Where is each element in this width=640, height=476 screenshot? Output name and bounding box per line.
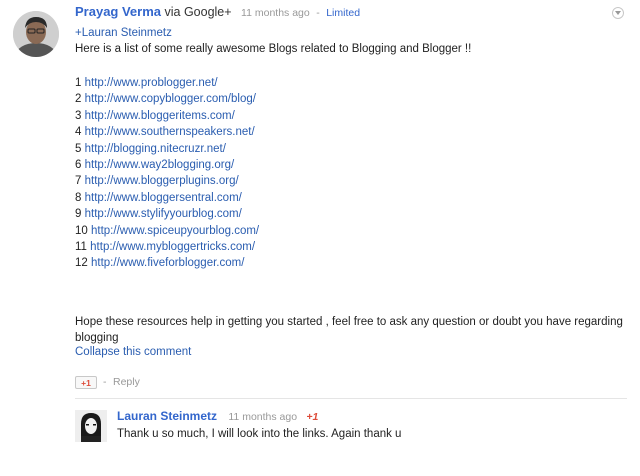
list-number: 3	[75, 109, 82, 122]
blog-link[interactable]: http://www.problogger.net/	[85, 77, 218, 89]
list-item: 2 http://www.copyblogger.com/blog/	[75, 91, 259, 107]
list-item: 10 http://www.spiceupyourblog.com/	[75, 223, 259, 239]
comment-text: Thank u so much, I will look into the li…	[117, 428, 402, 440]
list-item: 6 http://www.way2blogging.org/	[75, 157, 259, 173]
comment-author[interactable]: Lauran Steinmetz	[117, 409, 217, 423]
post-timestamp[interactable]: 11 months ago	[241, 7, 310, 19]
post-intro: Here is a list of some really awesome Bl…	[75, 43, 472, 56]
comment-divider	[75, 398, 627, 399]
commenter-avatar[interactable]	[75, 410, 107, 442]
blog-link[interactable]: http://www.copyblogger.com/blog/	[85, 93, 256, 105]
header-separator: -	[316, 7, 320, 19]
list-item: 4 http://www.southernspeakers.net/	[75, 124, 259, 140]
blog-link[interactable]: http://www.bloggersentral.com/	[85, 192, 242, 204]
list-item: 9 http://www.stylifyyourblog.com/	[75, 206, 259, 222]
author-avatar[interactable]	[13, 11, 59, 57]
list-number: 6	[75, 158, 82, 171]
blog-link[interactable]: http://www.spiceupyourblog.com/	[91, 225, 259, 237]
blog-link[interactable]: http://www.bloggeritems.com/	[85, 110, 235, 122]
reply-separator: -	[103, 376, 107, 388]
blog-link[interactable]: http://www.bloggerplugins.org/	[85, 175, 239, 187]
post-header: Prayag Verma via Google+ 11 months ago -…	[75, 4, 360, 19]
blog-link[interactable]: http://blogging.nitecruzr.net/	[85, 143, 226, 155]
reply-link[interactable]: Reply	[113, 376, 140, 388]
list-item: 1 http://www.problogger.net/	[75, 75, 259, 91]
blog-link[interactable]: http://www.fiveforblogger.com/	[91, 257, 244, 269]
list-number: 12	[75, 257, 88, 270]
list-item: 3 http://www.bloggeritems.com/	[75, 108, 259, 124]
list-item: 11 http://www.mybloggertricks.com/	[75, 239, 259, 255]
list-number: 2	[75, 93, 82, 106]
source-label: via Google+	[164, 5, 232, 19]
blog-link[interactable]: http://www.mybloggertricks.com/	[90, 241, 255, 253]
post-menu-button[interactable]	[612, 7, 624, 19]
list-number: 11	[75, 240, 87, 253]
plus-one-button[interactable]: +1	[75, 376, 97, 389]
list-number: 9	[75, 208, 82, 221]
list-number: 5	[75, 142, 82, 155]
blog-link[interactable]: http://www.stylifyyourblog.com/	[85, 208, 242, 220]
comment-timestamp[interactable]: 11 months ago	[228, 411, 297, 423]
blog-link-list: 1 http://www.problogger.net/ 2 http://ww…	[75, 75, 259, 272]
list-number: 1	[75, 77, 82, 89]
post-closing-text: Hope these resources help in getting you…	[75, 316, 623, 345]
blog-link[interactable]: http://www.way2blogging.org/	[85, 159, 235, 171]
commenter-avatar-image	[75, 410, 107, 442]
list-item: 7 http://www.bloggerplugins.org/	[75, 173, 259, 189]
chevron-down-icon	[615, 11, 621, 15]
mention-link[interactable]: +Lauran Steinmetz	[75, 27, 172, 39]
list-item: 12 http://www.fiveforblogger.com/	[75, 255, 259, 271]
list-item: 8 http://www.bloggersentral.com/	[75, 190, 259, 206]
post-body: +Lauran Steinmetz Here is a list of some…	[75, 25, 625, 58]
blog-link[interactable]: http://www.southernspeakers.net/	[85, 126, 255, 138]
collapse-comment-link[interactable]: Collapse this comment	[75, 346, 191, 358]
comment-header: Lauran Steinmetz 11 months ago +1	[117, 409, 318, 423]
list-item: 5 http://blogging.nitecruzr.net/	[75, 141, 259, 157]
list-number: 8	[75, 191, 82, 204]
list-number: 10	[75, 224, 88, 237]
list-number: 4	[75, 126, 82, 139]
author-name[interactable]: Prayag Verma	[75, 4, 161, 19]
avatar-image	[13, 11, 59, 57]
list-number: 7	[75, 175, 82, 188]
comment-plus-one[interactable]: +1	[306, 411, 318, 423]
visibility-link[interactable]: Limited	[326, 7, 360, 19]
